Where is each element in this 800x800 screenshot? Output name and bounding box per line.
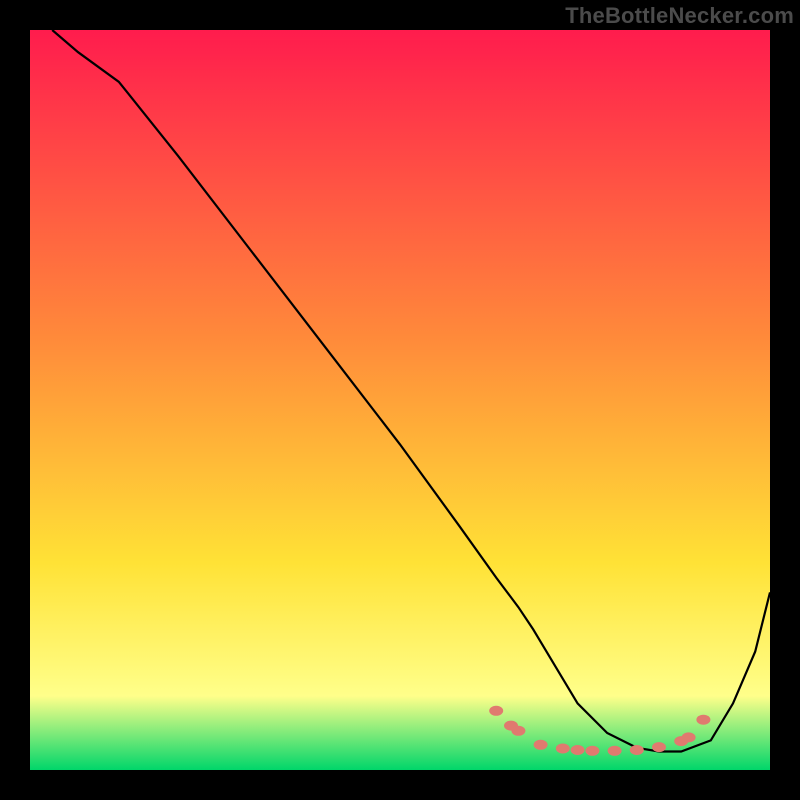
chart-svg [30,30,770,770]
chart-frame: TheBottleNecker.com [0,0,800,800]
watermark-text: TheBottleNecker.com [565,3,794,29]
data-marker [511,726,525,736]
data-marker [652,742,666,752]
data-marker [534,740,548,750]
data-marker [571,745,585,755]
data-marker [608,746,622,756]
gradient-background [30,30,770,770]
data-marker [556,744,570,754]
plot-area [30,30,770,770]
data-marker [585,746,599,756]
data-marker [489,706,503,716]
data-marker [630,745,644,755]
data-marker [682,732,696,742]
data-marker [696,715,710,725]
